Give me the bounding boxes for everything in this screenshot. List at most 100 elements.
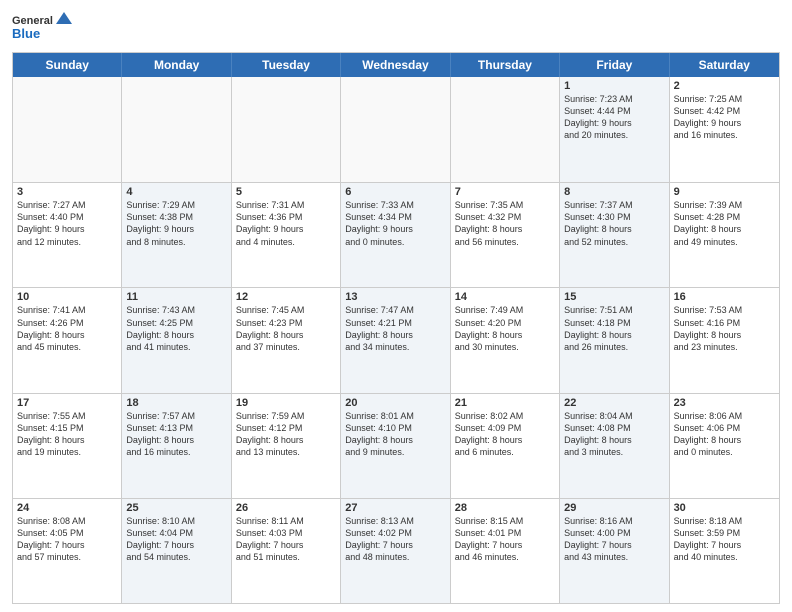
cal-cell: 5Sunrise: 7:31 AM Sunset: 4:36 PM Daylig… — [232, 183, 341, 287]
cal-cell: 2Sunrise: 7:25 AM Sunset: 4:42 PM Daylig… — [670, 77, 779, 182]
cal-cell: 1Sunrise: 7:23 AM Sunset: 4:44 PM Daylig… — [560, 77, 669, 182]
day-number: 20 — [345, 397, 445, 409]
day-info: Sunrise: 8:15 AM Sunset: 4:01 PM Dayligh… — [455, 515, 555, 564]
day-number: 19 — [236, 397, 336, 409]
header-day-thursday: Thursday — [451, 53, 560, 77]
day-number: 1 — [564, 80, 664, 92]
day-number: 13 — [345, 291, 445, 303]
day-info: Sunrise: 7:27 AM Sunset: 4:40 PM Dayligh… — [17, 199, 117, 248]
day-number: 18 — [126, 397, 226, 409]
cal-cell — [13, 77, 122, 182]
day-number: 10 — [17, 291, 117, 303]
day-number: 11 — [126, 291, 226, 303]
day-info: Sunrise: 7:31 AM Sunset: 4:36 PM Dayligh… — [236, 199, 336, 248]
day-info: Sunrise: 7:25 AM Sunset: 4:42 PM Dayligh… — [674, 93, 775, 142]
cal-cell — [451, 77, 560, 182]
header: General Blue — [12, 10, 780, 46]
day-number: 6 — [345, 186, 445, 198]
cal-cell: 12Sunrise: 7:45 AM Sunset: 4:23 PM Dayli… — [232, 288, 341, 392]
cal-cell: 16Sunrise: 7:53 AM Sunset: 4:16 PM Dayli… — [670, 288, 779, 392]
day-number: 23 — [674, 397, 775, 409]
day-info: Sunrise: 8:01 AM Sunset: 4:10 PM Dayligh… — [345, 410, 445, 459]
svg-text:Blue: Blue — [12, 26, 40, 41]
day-info: Sunrise: 7:55 AM Sunset: 4:15 PM Dayligh… — [17, 410, 117, 459]
cal-cell: 25Sunrise: 8:10 AM Sunset: 4:04 PM Dayli… — [122, 499, 231, 603]
week-row-2: 3Sunrise: 7:27 AM Sunset: 4:40 PM Daylig… — [13, 182, 779, 287]
day-number: 8 — [564, 186, 664, 198]
day-number: 28 — [455, 502, 555, 514]
day-info: Sunrise: 7:45 AM Sunset: 4:23 PM Dayligh… — [236, 304, 336, 353]
day-number: 30 — [674, 502, 775, 514]
day-number: 7 — [455, 186, 555, 198]
cal-cell: 27Sunrise: 8:13 AM Sunset: 4:02 PM Dayli… — [341, 499, 450, 603]
day-number: 16 — [674, 291, 775, 303]
day-number: 4 — [126, 186, 226, 198]
cal-cell: 21Sunrise: 8:02 AM Sunset: 4:09 PM Dayli… — [451, 394, 560, 498]
week-row-3: 10Sunrise: 7:41 AM Sunset: 4:26 PM Dayli… — [13, 287, 779, 392]
day-info: Sunrise: 7:51 AM Sunset: 4:18 PM Dayligh… — [564, 304, 664, 353]
cal-cell: 18Sunrise: 7:57 AM Sunset: 4:13 PM Dayli… — [122, 394, 231, 498]
day-number: 15 — [564, 291, 664, 303]
day-info: Sunrise: 8:02 AM Sunset: 4:09 PM Dayligh… — [455, 410, 555, 459]
day-number: 24 — [17, 502, 117, 514]
day-number: 26 — [236, 502, 336, 514]
header-day-sunday: Sunday — [13, 53, 122, 77]
day-number: 14 — [455, 291, 555, 303]
cal-cell: 23Sunrise: 8:06 AM Sunset: 4:06 PM Dayli… — [670, 394, 779, 498]
cal-cell: 6Sunrise: 7:33 AM Sunset: 4:34 PM Daylig… — [341, 183, 450, 287]
day-info: Sunrise: 7:57 AM Sunset: 4:13 PM Dayligh… — [126, 410, 226, 459]
cal-cell — [232, 77, 341, 182]
day-number: 9 — [674, 186, 775, 198]
logo: General Blue — [12, 10, 72, 46]
cal-cell: 28Sunrise: 8:15 AM Sunset: 4:01 PM Dayli… — [451, 499, 560, 603]
day-info: Sunrise: 8:06 AM Sunset: 4:06 PM Dayligh… — [674, 410, 775, 459]
header-day-friday: Friday — [560, 53, 669, 77]
day-info: Sunrise: 7:59 AM Sunset: 4:12 PM Dayligh… — [236, 410, 336, 459]
cal-cell: 13Sunrise: 7:47 AM Sunset: 4:21 PM Dayli… — [341, 288, 450, 392]
day-info: Sunrise: 7:23 AM Sunset: 4:44 PM Dayligh… — [564, 93, 664, 142]
week-row-4: 17Sunrise: 7:55 AM Sunset: 4:15 PM Dayli… — [13, 393, 779, 498]
cal-cell — [341, 77, 450, 182]
cal-cell: 11Sunrise: 7:43 AM Sunset: 4:25 PM Dayli… — [122, 288, 231, 392]
day-info: Sunrise: 7:33 AM Sunset: 4:34 PM Dayligh… — [345, 199, 445, 248]
day-info: Sunrise: 7:41 AM Sunset: 4:26 PM Dayligh… — [17, 304, 117, 353]
week-row-1: 1Sunrise: 7:23 AM Sunset: 4:44 PM Daylig… — [13, 77, 779, 182]
calendar: SundayMondayTuesdayWednesdayThursdayFrid… — [12, 52, 780, 604]
day-info: Sunrise: 7:29 AM Sunset: 4:38 PM Dayligh… — [126, 199, 226, 248]
cal-cell: 10Sunrise: 7:41 AM Sunset: 4:26 PM Dayli… — [13, 288, 122, 392]
cal-cell: 24Sunrise: 8:08 AM Sunset: 4:05 PM Dayli… — [13, 499, 122, 603]
cal-cell: 15Sunrise: 7:51 AM Sunset: 4:18 PM Dayli… — [560, 288, 669, 392]
cal-cell: 17Sunrise: 7:55 AM Sunset: 4:15 PM Dayli… — [13, 394, 122, 498]
day-number: 21 — [455, 397, 555, 409]
cal-cell: 7Sunrise: 7:35 AM Sunset: 4:32 PM Daylig… — [451, 183, 560, 287]
day-info: Sunrise: 8:10 AM Sunset: 4:04 PM Dayligh… — [126, 515, 226, 564]
day-info: Sunrise: 7:53 AM Sunset: 4:16 PM Dayligh… — [674, 304, 775, 353]
day-info: Sunrise: 8:16 AM Sunset: 4:00 PM Dayligh… — [564, 515, 664, 564]
calendar-header: SundayMondayTuesdayWednesdayThursdayFrid… — [13, 53, 779, 77]
day-number: 3 — [17, 186, 117, 198]
page-container: General Blue SundayMondayTuesdayWednesda… — [0, 0, 792, 612]
cal-cell — [122, 77, 231, 182]
cal-cell: 9Sunrise: 7:39 AM Sunset: 4:28 PM Daylig… — [670, 183, 779, 287]
cal-cell: 3Sunrise: 7:27 AM Sunset: 4:40 PM Daylig… — [13, 183, 122, 287]
logo-svg: General Blue — [12, 10, 72, 46]
day-info: Sunrise: 7:43 AM Sunset: 4:25 PM Dayligh… — [126, 304, 226, 353]
cal-cell: 30Sunrise: 8:18 AM Sunset: 3:59 PM Dayli… — [670, 499, 779, 603]
day-number: 12 — [236, 291, 336, 303]
day-number: 29 — [564, 502, 664, 514]
cal-cell: 4Sunrise: 7:29 AM Sunset: 4:38 PM Daylig… — [122, 183, 231, 287]
cal-cell: 26Sunrise: 8:11 AM Sunset: 4:03 PM Dayli… — [232, 499, 341, 603]
calendar-body: 1Sunrise: 7:23 AM Sunset: 4:44 PM Daylig… — [13, 77, 779, 603]
cal-cell: 8Sunrise: 7:37 AM Sunset: 4:30 PM Daylig… — [560, 183, 669, 287]
header-day-monday: Monday — [122, 53, 231, 77]
day-number: 2 — [674, 80, 775, 92]
day-number: 22 — [564, 397, 664, 409]
day-info: Sunrise: 7:37 AM Sunset: 4:30 PM Dayligh… — [564, 199, 664, 248]
day-info: Sunrise: 7:35 AM Sunset: 4:32 PM Dayligh… — [455, 199, 555, 248]
day-info: Sunrise: 8:13 AM Sunset: 4:02 PM Dayligh… — [345, 515, 445, 564]
day-info: Sunrise: 7:49 AM Sunset: 4:20 PM Dayligh… — [455, 304, 555, 353]
header-day-saturday: Saturday — [670, 53, 779, 77]
cal-cell: 29Sunrise: 8:16 AM Sunset: 4:00 PM Dayli… — [560, 499, 669, 603]
day-info: Sunrise: 8:18 AM Sunset: 3:59 PM Dayligh… — [674, 515, 775, 564]
day-info: Sunrise: 8:11 AM Sunset: 4:03 PM Dayligh… — [236, 515, 336, 564]
